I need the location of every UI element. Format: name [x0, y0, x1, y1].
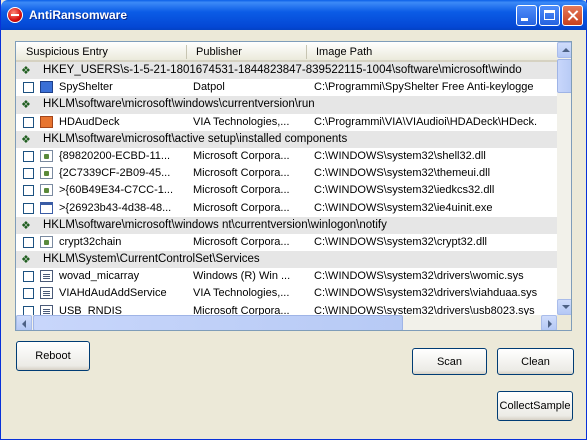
maximize-button[interactable] [539, 5, 560, 26]
column-header-publisher[interactable]: Publisher [196, 46, 242, 58]
scrollbar-corner [557, 315, 571, 330]
registry-key-icon: ❖ [21, 133, 31, 146]
entry-checkbox[interactable] [23, 168, 34, 180]
entry-publisher: Microsoft Corpora... [193, 235, 290, 248]
entry-publisher: Datpol [193, 81, 225, 94]
entry-checkbox[interactable] [23, 82, 34, 94]
entry-image-path: C:\Programmi\VIA\VIAudioi\HDADeck\HDeck. [314, 115, 538, 128]
minimize-button[interactable] [516, 5, 537, 26]
mail-app-icon [40, 115, 53, 128]
horizontal-scroll-thumb[interactable] [33, 315, 403, 330]
entry-image-path: C:\WINDOWS\system32\themeui.dll [314, 167, 491, 180]
entry-checkbox[interactable] [23, 288, 34, 300]
entry-row[interactable]: >{60B49E34-C7CC-1... Microsoft Corpora...… [16, 182, 557, 199]
entry-publisher: Microsoft Corpora... [193, 201, 290, 214]
column-divider[interactable] [306, 45, 307, 59]
entry-name: HDAudDeck [59, 115, 120, 128]
entry-publisher: VIA Technologies,... [193, 287, 290, 300]
entry-image-path: C:\WINDOWS\system32\shell32.dll [314, 149, 486, 162]
entry-publisher: Windows (R) Win ... [193, 270, 291, 283]
registry-group-row[interactable]: ❖ HKLM\software\microsoft\active setup\in… [16, 130, 557, 148]
title-bar[interactable]: AntiRansomware [1, 0, 587, 30]
collect-sample-button[interactable]: CollectSample [497, 391, 573, 421]
entry-row[interactable]: {2C7339CF-2B09-45... Microsoft Corpora...… [16, 165, 557, 182]
horizontal-scrollbar[interactable] [16, 315, 557, 330]
app-logo-icon [7, 7, 23, 23]
registry-group-row[interactable]: ❖ HKLM\System\CurrentControlSet\Services [16, 251, 557, 269]
registry-key-path: HKEY_USERS\s-1-5-21-1801674531-184482384… [43, 64, 522, 76]
registry-key-icon: ❖ [21, 99, 31, 112]
registry-key-icon: ❖ [21, 219, 31, 232]
system-file-icon [40, 270, 53, 283]
main-window: AntiRansomware Suspicious Entry Publishe… [0, 0, 587, 440]
registry-group-row[interactable]: ❖ HKEY_USERS\s-1-5-21-1801674531-18448238… [16, 62, 557, 80]
entry-image-path: C:\WINDOWS\system32\crypt32.dll [314, 235, 487, 248]
entry-row[interactable]: SpyShelter Datpol C:\Programmi\SpyShelter … [16, 79, 557, 96]
entry-name: >{60B49E34-C7CC-1... [59, 184, 174, 197]
entry-row[interactable]: >{26923b43-4d38-48... Microsoft Corpora..… [16, 200, 557, 217]
scan-button[interactable]: Scan [412, 348, 487, 375]
entry-name: >{26923b43-4d38-48... [59, 201, 172, 214]
entry-publisher: Microsoft Corpora... [193, 184, 290, 197]
entry-checkbox[interactable] [23, 236, 34, 248]
entry-image-path: C:\WINDOWS\system32\ie4uinit.exe [314, 201, 493, 214]
scroll-left-button[interactable] [16, 315, 32, 330]
vertical-scrollbar[interactable] [557, 42, 571, 315]
entry-name: {89820200-ECBD-11... [59, 149, 171, 162]
registry-key-path: HKLM\software\microsoft\active setup\ins… [43, 132, 348, 145]
entry-row[interactable]: VIAHdAudAddService VIA Technologies,... C:… [16, 285, 557, 302]
entry-name: crypt32chain [59, 235, 122, 248]
registry-key-path: HKLM\software\microsoft\windows nt\curre… [43, 218, 387, 231]
entry-name: SpyShelter [59, 81, 113, 94]
dll-file-icon [40, 149, 53, 162]
dll-file-icon [40, 235, 53, 248]
registry-key-path: HKLM\software\microsoft\windows\currentv… [43, 98, 315, 111]
entry-checkbox[interactable] [23, 202, 34, 214]
clean-button[interactable]: Clean [497, 348, 574, 375]
dll-file-icon [40, 167, 53, 180]
window-title: AntiRansomware [29, 8, 128, 22]
entry-checkbox[interactable] [23, 150, 34, 162]
list-rows: ❖ HKEY_USERS\s-1-5-21-1801674531-18448238… [16, 62, 557, 320]
system-file-icon [40, 287, 53, 300]
list-header: Suspicious Entry Publisher Image Path [16, 42, 557, 62]
scroll-up-button[interactable] [557, 42, 571, 58]
entry-publisher: Microsoft Corpora... [193, 167, 290, 180]
registry-key-icon: ❖ [21, 65, 31, 77]
registry-key-path: HKLM\System\CurrentControlSet\Services [43, 253, 260, 266]
entry-image-path: C:\WINDOWS\system32\iedkcs32.dll [314, 184, 495, 197]
entry-row[interactable]: wovad_micarray Windows (R) Win ... C:\WIND… [16, 268, 557, 285]
column-header-entry[interactable]: Suspicious Entry [26, 46, 108, 58]
entry-image-path: C:\WINDOWS\system32\drivers\viahduaa.sys [314, 287, 538, 300]
registry-group-row[interactable]: ❖ HKLM\software\microsoft\windows nt\curr… [16, 216, 557, 234]
registry-key-icon: ❖ [21, 254, 31, 267]
suspicious-entries-list: Suspicious Entry Publisher Image Path ❖ H… [15, 41, 572, 331]
close-button[interactable] [562, 5, 583, 26]
entry-row[interactable]: crypt32chain Microsoft Corpora... C:\WINDO… [16, 234, 557, 251]
column-divider[interactable] [186, 45, 187, 59]
window-app-icon [40, 201, 53, 214]
scroll-down-button[interactable] [557, 299, 571, 315]
entry-image-path: C:\WINDOWS\system32\drivers\womic.sys [314, 270, 524, 283]
entry-row[interactable]: {89820200-ECBD-11... Microsoft Corpora...… [16, 148, 557, 165]
registry-group-row[interactable]: ❖ HKLM\software\microsoft\windows\current… [16, 96, 557, 114]
dll-file-icon [40, 184, 53, 197]
shield-app-icon [40, 81, 53, 94]
entry-checkbox[interactable] [23, 271, 34, 283]
vertical-scroll-thumb[interactable] [557, 59, 571, 93]
reboot-button[interactable]: Reboot [16, 341, 90, 371]
entry-checkbox[interactable] [23, 185, 34, 197]
entry-name: VIAHdAudAddService [59, 287, 167, 300]
entry-name: wovad_micarray [59, 270, 140, 283]
entry-publisher: VIA Technologies,... [193, 115, 290, 128]
entry-image-path: C:\Programmi\SpyShelter Free Anti-keylog… [314, 81, 534, 94]
column-header-image-path[interactable]: Image Path [316, 46, 372, 58]
entry-checkbox[interactable] [23, 116, 34, 128]
entry-name: {2C7339CF-2B09-45... [59, 167, 171, 180]
entry-row[interactable]: HDAudDeck VIA Technologies,... C:\Programm… [16, 114, 557, 131]
scroll-right-button[interactable] [541, 315, 557, 330]
entry-publisher: Microsoft Corpora... [193, 149, 290, 162]
